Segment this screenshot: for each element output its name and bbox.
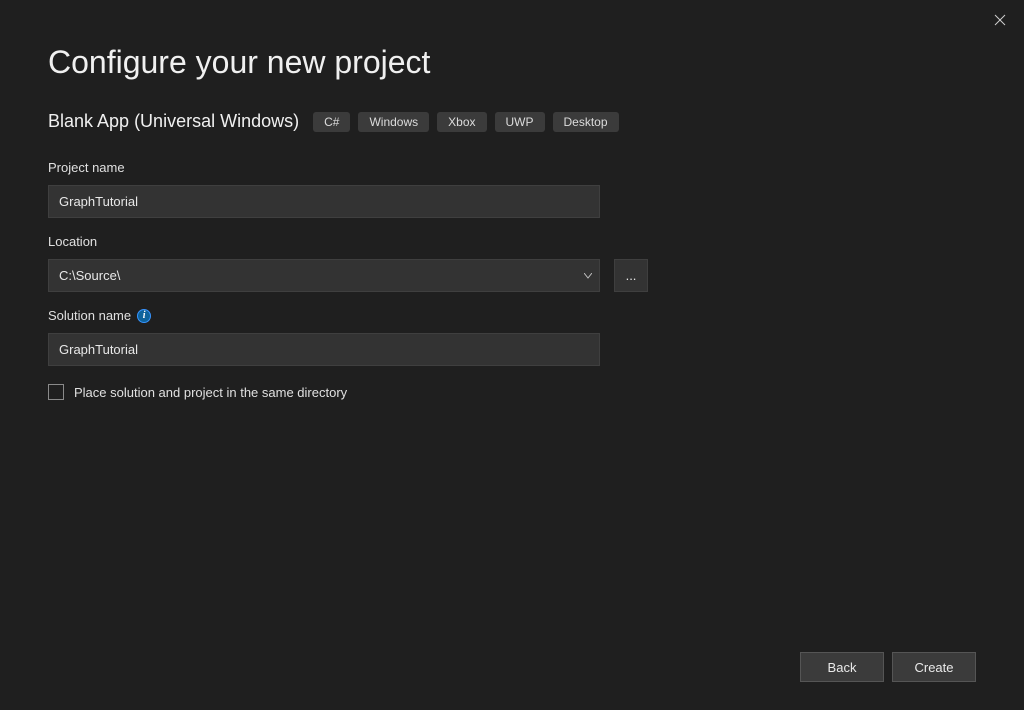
template-tag: C# [313,112,350,132]
close-icon [994,14,1006,26]
page-title: Configure your new project [48,44,976,81]
same-directory-label: Place solution and project in the same d… [74,385,347,400]
back-button[interactable]: Back [800,652,884,682]
project-name-label: Project name [48,160,976,175]
template-info-row: Blank App (Universal Windows) C# Windows… [48,111,976,132]
location-input[interactable] [48,259,600,292]
browse-button[interactable]: ... [614,259,648,292]
template-tag: Desktop [553,112,619,132]
info-icon[interactable]: i [137,309,151,323]
project-name-input[interactable] [48,185,600,218]
close-button[interactable] [990,10,1010,30]
solution-name-input[interactable] [48,333,600,366]
same-directory-checkbox[interactable] [48,384,64,400]
solution-name-label: Solution name [48,308,131,323]
template-tag: UWP [495,112,545,132]
template-tag: Xbox [437,112,486,132]
template-name: Blank App (Universal Windows) [48,111,299,132]
location-label: Location [48,234,976,249]
create-button[interactable]: Create [892,652,976,682]
template-tag: Windows [358,112,429,132]
